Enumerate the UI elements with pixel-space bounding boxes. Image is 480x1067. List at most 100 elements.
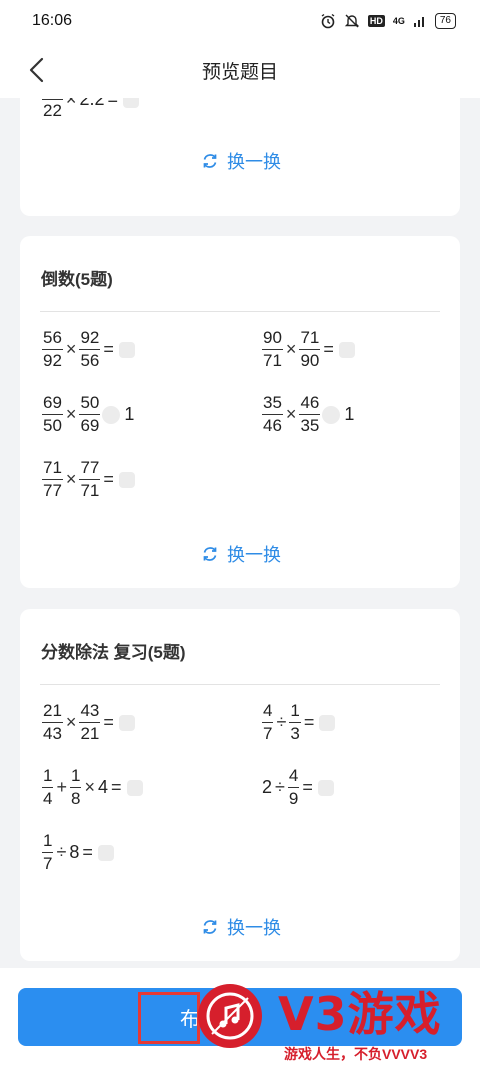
refresh-icon [203, 154, 217, 168]
problem-row: 1522 × 2.2 = [42, 98, 139, 121]
problem-row: 69 50 × 50 69 1 [42, 393, 134, 436]
operator: × [65, 404, 77, 424]
watermark: V3游戏 游戏人生，不负VVVV3 [190, 970, 480, 1067]
status-bar: 16:06 HD 4G 76 [0, 0, 480, 42]
problem-row: 35 46 × 46 35 1 [262, 393, 354, 436]
operator: ÷ [56, 842, 67, 862]
operator: = [110, 777, 122, 797]
watermark-logo [198, 984, 262, 1048]
signal-icon [413, 17, 424, 27]
fraction: 71 90 [299, 328, 321, 370]
fraction: 49 [287, 766, 300, 808]
answer-blank [317, 779, 334, 796]
operator: = [107, 98, 118, 109]
watermark-slogan: 游戏人生，不负VVVV3 [284, 1046, 428, 1062]
battery-icon: 76 [434, 13, 456, 29]
number: 8 [69, 842, 80, 862]
operator: = [323, 339, 334, 359]
swap-button[interactable]: 换一换 [201, 148, 281, 174]
divider [40, 311, 440, 312]
refresh-icon [203, 920, 217, 934]
swap-button[interactable]: 换一换 [201, 541, 281, 567]
question-card-3: 分数除法 复习(5题) 21 43 × 43 21 = 47 ÷ 13 = 14 +… [20, 609, 460, 961]
fraction: 77 71 [79, 458, 101, 500]
refresh-icon [203, 547, 217, 561]
divider [40, 684, 440, 685]
problem-row: 21 43 × 43 21 = [42, 701, 135, 744]
operator: = [302, 777, 313, 797]
answer-blank [97, 844, 114, 861]
mute-bell-icon [344, 14, 360, 28]
answer-blank [118, 341, 135, 358]
alarm-icon [321, 13, 335, 29]
fraction: 18 [69, 766, 82, 808]
swap-label: 换一换 [227, 918, 281, 938]
number: 4 [97, 777, 108, 797]
problem-row: 14 + 18 × 4 = [42, 766, 143, 809]
operator: × [285, 339, 297, 359]
question-card-1: 1522 × 2.2 = 换一换 [20, 98, 460, 216]
operator: ÷ [276, 712, 287, 732]
status-icons: HD 4G 76 [320, 13, 456, 29]
operator: × [65, 469, 77, 489]
nav-bar: 预览题目 [0, 42, 480, 98]
fraction: 90 71 [262, 328, 283, 370]
hd-icon: HD [367, 15, 385, 27]
fraction: 21 43 [42, 701, 63, 743]
problem-row: 2 ÷ 49 = [262, 766, 334, 809]
compare-blank [322, 405, 341, 424]
operator: × [285, 404, 297, 424]
answer-blank [118, 471, 135, 488]
operator: × [65, 98, 77, 109]
card-title: 倒数(5题) [41, 270, 113, 289]
fraction: 43 21 [79, 701, 101, 743]
answer-blank [126, 779, 143, 796]
fraction: 46 35 [299, 393, 321, 435]
answer-blank [118, 714, 135, 731]
operator: × [84, 777, 95, 797]
card-title: 分数除法 复习(5题) [41, 643, 186, 662]
problem-row: 47 ÷ 13 = [262, 701, 336, 744]
status-time: 16:06 [32, 12, 73, 29]
fraction: 17 [42, 831, 54, 873]
operator: × [65, 339, 77, 359]
network-label: 4G [392, 16, 405, 26]
fraction: 56 92 [42, 328, 63, 370]
operator: + [56, 777, 67, 797]
problem-row: 17 ÷ 8 = [42, 831, 114, 874]
answer-blank [122, 98, 139, 108]
question-list[interactable]: 1522 × 2.2 = 换一换 倒数(5题) 5692 × 9256 = 90… [0, 98, 480, 968]
fraction: 47 [262, 701, 274, 743]
problem-row: 56 92 × 92 56 = [42, 328, 135, 371]
fraction: 71 77 [42, 458, 63, 500]
compare-value: 1 [124, 404, 135, 424]
operator: = [103, 469, 114, 489]
music-note-icon [206, 992, 254, 1040]
number: 2.2 [79, 98, 105, 109]
watermark-brand: V3游戏 [278, 987, 442, 1041]
answer-blank [319, 714, 336, 731]
fraction: 92 56 [79, 328, 101, 370]
page-title: 预览题目 [201, 61, 278, 83]
compare-value: 1 [344, 404, 355, 424]
swap-button[interactable]: 换一换 [201, 914, 281, 940]
question-card-2: 倒数(5题) 56 92 × 92 56 = 90 71 × 71 90 = 69 50 … [20, 236, 460, 588]
fraction: 14 [42, 766, 54, 808]
fraction: 50 69 [79, 393, 101, 435]
operator: = [103, 712, 114, 732]
operator: = [303, 712, 315, 732]
back-arrow-icon[interactable] [24, 56, 52, 84]
number: 2 [262, 777, 273, 797]
operator: ÷ [275, 777, 285, 797]
fraction: 35 46 [262, 393, 283, 435]
fraction: 69 50 [42, 393, 63, 435]
fraction: 13 [289, 701, 301, 743]
operator: × [65, 712, 77, 732]
operator: = [82, 842, 93, 862]
answer-blank [338, 341, 355, 358]
compare-blank [102, 405, 121, 424]
problem-row: 90 71 × 71 90 = [262, 328, 355, 371]
operator: = [103, 339, 114, 359]
fraction: 1522 [42, 98, 63, 121]
swap-label: 换一换 [227, 545, 281, 565]
